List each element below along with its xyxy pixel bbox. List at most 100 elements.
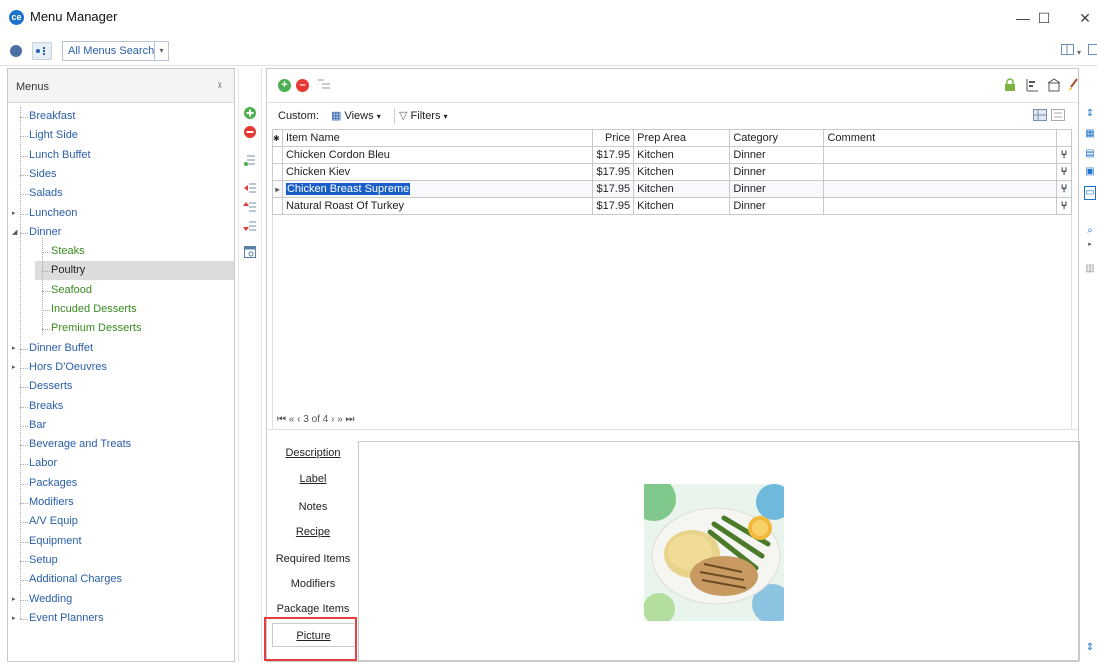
cell-prep-area[interactable]: Kitchen [633,197,731,215]
tree-item[interactable]: Incuded Desserts [42,300,137,319]
cell-comment[interactable] [823,180,1057,198]
expand-arrow-icon[interactable]: ▸ [12,363,16,371]
cell-comment[interactable] [823,146,1057,164]
expand-arrow-icon[interactable]: ▸ [12,614,16,622]
table-row[interactable]: ▸ Chicken Breast Supreme $17.95 Kitchen Dinn… [272,180,1073,198]
row-height-icon[interactable]: ⇕ [1084,108,1096,122]
brush-icon[interactable] [1067,78,1079,95]
indent-icon[interactable] [316,78,332,95]
cell-category[interactable]: Dinner [729,197,825,215]
tree-item[interactable]: Premium Desserts [42,319,141,338]
cell-price[interactable]: $17.95 [592,197,635,215]
tree-item[interactable]: Packages [20,474,77,493]
expand-arrow-icon[interactable]: ▸ [12,344,16,352]
tree-item[interactable]: Hors D'Oeuvres [20,358,107,377]
tree-item[interactable]: Additional Charges [20,570,122,589]
prev-page-group-icon[interactable]: « [289,414,295,425]
expand-arrow-icon[interactable]: ▸ [12,209,16,217]
cell-item-name[interactable]: Natural Roast Of Turkey [281,197,594,215]
cell-item-name[interactable]: Chicken Breast Supreme [281,180,594,198]
move-down-icon[interactable] [243,219,257,233]
remove-menu-icon[interactable] [243,125,257,139]
building-icon[interactable] [1047,78,1061,95]
tree-item[interactable]: Breakfast [20,107,75,126]
add-child-icon[interactable] [243,153,257,167]
utensils-icon[interactable]: ⑂ [1055,146,1073,164]
utensils-icon[interactable]: ⑂ [1055,180,1073,198]
window-icon[interactable] [1088,44,1097,59]
preview-icon[interactable] [243,245,257,259]
tree-item[interactable]: Event Planners [20,609,104,628]
filters-dropdown[interactable]: ▽ Filters ▾ [399,109,448,122]
tab-modifiers[interactable]: Modifiers [272,572,354,596]
column-header-comment[interactable]: Comment [823,129,1057,147]
column-chooser-icon[interactable]: ▤ [1084,148,1096,162]
cell-category[interactable]: Dinner [729,163,825,181]
move-up-icon[interactable] [243,200,257,214]
utensils-icon[interactable]: ⑂ [1055,197,1073,215]
first-page-icon[interactable]: ⏮ [277,414,286,425]
lock-icon[interactable] [1004,78,1016,95]
all-menus-search-dropdown[interactable]: All Menus Search ▾ [62,41,169,61]
delete-item-icon[interactable]: – [296,79,309,92]
column-header-price[interactable]: Price [592,129,635,147]
row-indicator[interactable] [272,197,283,215]
tree-item[interactable]: Luncheon [20,204,77,223]
tree-item[interactable]: Dinner Buffet [20,339,93,358]
chevron-right-icon[interactable]: ▸ [1084,240,1096,254]
chevron-down-icon[interactable]: ▾ [154,42,168,60]
cell-price[interactable]: $17.95 [592,146,635,164]
add-item-icon[interactable]: + [278,79,291,92]
tab-required-items[interactable]: Required Items [272,547,354,571]
table-row[interactable]: Natural Roast Of Turkey $17.95 Kitchen Dinn… [272,197,1073,215]
expand-arrow-icon[interactable]: ▸ [12,595,16,603]
tree-item[interactable]: Poultry [35,261,234,281]
tree-view-icon[interactable] [32,42,52,60]
cell-item-name[interactable]: Chicken Kiev [281,163,594,181]
cell-comment[interactable] [823,197,1057,215]
cell-prep-area[interactable]: Kitchen [633,163,731,181]
cell-prep-area[interactable]: Kitchen [633,146,731,164]
row-indicator[interactable] [272,163,283,181]
grid-layout-icon[interactable]: ▦ [1084,128,1096,142]
card-view-icon[interactable] [1051,109,1065,124]
maximize-button[interactable]: ☐ [1024,6,1064,30]
row-height-bottom-icon[interactable]: ⇕ [1084,642,1096,656]
add-menu-icon[interactable] [243,106,257,120]
cell-prep-area[interactable]: Kitchen [633,180,731,198]
pin-icon[interactable]: ᵡ [218,81,221,92]
detail-view-icon[interactable]: ▣ [1084,166,1096,180]
cell-comment[interactable] [823,163,1057,181]
chart-icon[interactable] [1025,78,1039,95]
splitter[interactable] [267,429,1078,430]
row-indicator[interactable]: ▸ [272,180,283,198]
form-view-icon[interactable]: ▭ [1084,186,1096,200]
table-row[interactable]: Chicken Kiev $17.95 Kitchen Dinner ⑂ [272,163,1073,181]
tree-item[interactable]: Equipment [20,532,82,551]
cell-price[interactable]: $17.95 [592,163,635,181]
cell-category[interactable]: Dinner [729,180,825,198]
column-header-category[interactable]: Category [729,129,825,147]
column-header-item-name[interactable]: Item Name [281,129,594,147]
tab-recipe[interactable]: Recipe [272,520,354,544]
table-row[interactable]: Chicken Cordon Bleu $17.95 Kitchen Dinner ⑂ [272,146,1073,164]
new-row-marker-icon[interactable]: ✱ [272,129,283,147]
utensils-icon[interactable]: ⑂ [1055,163,1073,181]
row-indicator[interactable] [272,146,283,164]
column-header-prep-area[interactable]: Prep Area [633,129,731,147]
collapse-arrow-icon[interactable]: ◢ [12,228,17,236]
tree-item[interactable]: Modifiers [20,493,74,512]
next-record-icon[interactable]: › [331,414,334,425]
cell-item-name[interactable]: Chicken Cordon Bleu [281,146,594,164]
search-grid-icon[interactable]: ⌕ [1084,225,1096,239]
last-page-icon[interactable]: ⏭ [346,414,355,425]
views-dropdown[interactable]: ▦ Views ▾ [331,109,381,122]
grid-view-icon[interactable] [1033,109,1047,124]
status-dot-icon[interactable] [10,45,22,57]
tab-notes[interactable]: Notes [272,495,354,519]
cell-category[interactable]: Dinner [729,146,825,164]
layout-dropdown-icon[interactable]: ▾ [1077,48,1081,57]
next-page-group-icon[interactable]: » [337,414,343,425]
tree-item[interactable]: A/V Equip [20,512,78,531]
tree-item[interactable]: Lunch Buffet [20,146,91,165]
